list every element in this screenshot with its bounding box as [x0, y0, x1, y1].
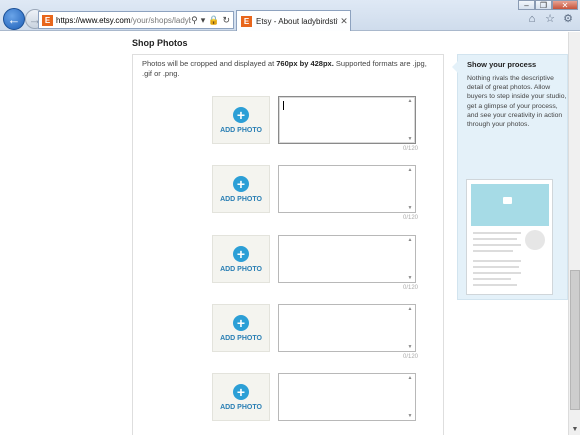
add-photo-label: ADD PHOTO [220, 334, 262, 342]
scroll-up-icon[interactable]: ▲ [406, 98, 414, 104]
scroll-up-icon[interactable]: ▲ [406, 167, 414, 173]
search-icon[interactable]: ⚲ [191, 15, 198, 26]
add-photo-label: ADD PHOTO [220, 195, 262, 203]
dropdown-icon[interactable]: ▾ [201, 15, 206, 26]
textarea-scrollbar[interactable]: ▲ ▼ [406, 98, 414, 142]
add-photo-button[interactable]: + ADD PHOTO [212, 96, 270, 144]
minimize-icon[interactable]: – [518, 0, 535, 10]
plus-icon: + [233, 245, 249, 262]
textarea-scrollbar[interactable]: ▲ ▼ [406, 306, 414, 350]
scroll-up-icon[interactable]: ▲ [406, 237, 414, 243]
browser-chrome: – ❐ ✕ ← → E https://www.etsy.com/your/sh… [0, 0, 580, 31]
photo-row: + ADD PHOTO ▲ ▼ [212, 373, 418, 431]
photo-row: + ADD PHOTO ▲ ▼ 0/120 [212, 96, 418, 154]
note-dimensions: 760px by 428px. [276, 59, 334, 68]
home-icon[interactable]: ⌂ [526, 13, 538, 25]
tip-arrow [452, 61, 458, 73]
illustration-line [473, 244, 521, 246]
scroll-down-arrow-icon[interactable]: ▼ [571, 426, 579, 433]
add-photo-button[interactable]: + ADD PHOTO [212, 165, 270, 213]
tab-title: Etsy - About ladybirdstitch... [256, 16, 338, 26]
text-cursor [283, 101, 284, 110]
gear-icon[interactable]: ⚙ [562, 13, 574, 25]
star-icon[interactable]: ☆ [544, 13, 556, 25]
lock-icon[interactable]: 🔒 [208, 15, 219, 26]
back-icon: ← [7, 11, 21, 27]
page-viewport: Shop Photos Photos will be cropped and d… [0, 32, 568, 435]
tab-etsy[interactable]: E Etsy - About ladybirdstitch... ✕ [236, 10, 351, 31]
window-close-icon[interactable]: ✕ [552, 0, 578, 10]
url-path: /your/shops/ladybirdsti [130, 15, 192, 25]
photo-row: + ADD PHOTO ▲ ▼ 0/120 [212, 304, 418, 362]
scroll-down-icon[interactable]: ▼ [406, 344, 414, 350]
browser-toolbar-icons: ⌂ ☆ ⚙ [526, 13, 574, 25]
plus-icon: + [233, 314, 249, 331]
window-controls: – ❐ ✕ [518, 0, 578, 10]
illustration-line [473, 278, 511, 280]
illustration-avatar [525, 230, 545, 250]
camera-icon [503, 197, 512, 204]
address-bar[interactable]: E https://www.etsy.com/your/shops/ladybi… [38, 11, 234, 29]
char-counter: 0/120 [402, 354, 418, 360]
shop-photos-panel: Photos will be cropped and displayed at … [132, 54, 444, 435]
add-photo-label: ADD PHOTO [220, 126, 262, 134]
illustration-line [473, 284, 517, 286]
format-note: Photos will be cropped and displayed at … [142, 59, 437, 79]
char-counter: 0/120 [402, 285, 418, 291]
note-before: Photos will be cropped and displayed at [142, 59, 277, 68]
scroll-down-icon[interactable]: ▼ [406, 413, 414, 419]
url-host: https://www.etsy.com [56, 15, 131, 25]
add-photo-button[interactable]: + ADD PHOTO [212, 373, 270, 421]
textarea-scrollbar[interactable]: ▲ ▼ [406, 167, 414, 211]
etsy-favicon-icon: E [241, 15, 252, 27]
caption-textarea[interactable]: ▲ ▼ [278, 373, 416, 421]
tip-text: Nothing rivals the descriptive detail of… [467, 75, 567, 129]
caption-textarea[interactable]: ▲ ▼ [278, 235, 416, 283]
refresh-icon[interactable]: ↻ [222, 15, 230, 26]
scroll-down-icon[interactable]: ▼ [406, 136, 414, 142]
scroll-up-icon[interactable]: ▲ [406, 375, 414, 381]
illustration-line [473, 238, 517, 240]
add-photo-button[interactable]: + ADD PHOTO [212, 235, 270, 283]
add-photo-label: ADD PHOTO [220, 403, 262, 411]
illustration-line [473, 232, 521, 234]
etsy-favicon-icon: E [42, 14, 53, 26]
scroll-down-icon[interactable]: ▼ [406, 205, 414, 211]
scroll-down-icon[interactable]: ▼ [406, 275, 414, 281]
shop-page-illustration [466, 179, 553, 295]
photo-row: + ADD PHOTO ▲ ▼ 0/120 [212, 235, 418, 293]
close-tab-icon[interactable]: ✕ [338, 16, 350, 27]
textarea-scrollbar[interactable]: ▲ ▼ [406, 237, 414, 281]
photo-row: + ADD PHOTO ▲ ▼ 0/120 [212, 165, 418, 223]
textarea-scrollbar[interactable]: ▲ ▼ [406, 375, 414, 419]
illustration-line [473, 266, 519, 268]
show-process-tip: Show your process Nothing rivals the des… [452, 54, 568, 300]
illustration-line [473, 260, 521, 262]
caption-textarea[interactable]: ▲ ▼ [278, 165, 416, 213]
add-photo-label: ADD PHOTO [220, 265, 262, 273]
url-text[interactable]: https://www.etsy.com/your/shops/ladybird… [56, 16, 191, 25]
add-photo-button[interactable]: + ADD PHOTO [212, 304, 270, 352]
plus-icon: + [233, 175, 249, 192]
scroll-up-icon[interactable]: ▲ [406, 306, 414, 312]
illustration-line [473, 250, 513, 252]
plus-icon: + [233, 383, 249, 400]
char-counter: 0/120 [402, 215, 418, 221]
back-button[interactable]: ← [3, 8, 25, 30]
scrollbar-thumb[interactable] [570, 270, 580, 410]
illustration-hero [471, 184, 549, 226]
restore-icon[interactable]: ❐ [535, 0, 552, 10]
char-counter: 0/120 [402, 146, 418, 152]
caption-textarea[interactable]: ▲ ▼ [278, 96, 416, 144]
address-tools: ⚲ ▾ 🔒 ↻ [191, 15, 233, 26]
caption-textarea[interactable]: ▲ ▼ [278, 304, 416, 352]
illustration-line [473, 272, 521, 274]
plus-icon: + [233, 106, 249, 123]
tip-title: Show your process [467, 60, 537, 69]
page-scrollbar[interactable]: ▼ [568, 32, 580, 435]
section-title: Shop Photos [132, 38, 188, 48]
